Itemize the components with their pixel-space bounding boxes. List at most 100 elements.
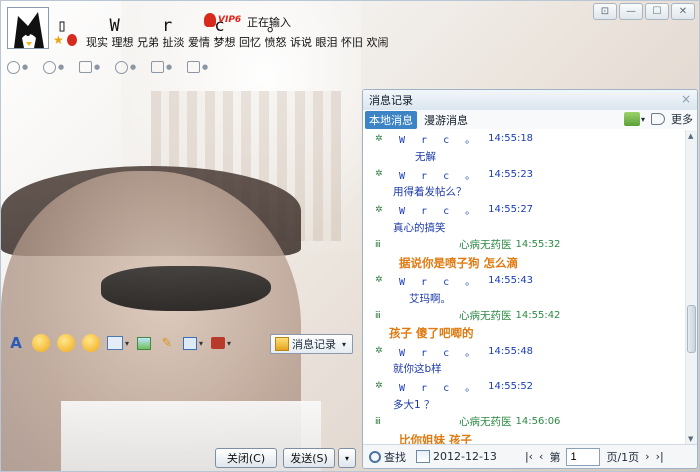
close-window-button[interactable]: ✕ <box>671 3 695 20</box>
sender-self-icon: ✲ <box>375 275 383 286</box>
message-record-button[interactable]: 消息记录 ▾ <box>270 334 353 354</box>
smiley-icon[interactable] <box>32 334 50 352</box>
toolbox-icon[interactable] <box>211 337 225 349</box>
background-photo-shirt <box>61 401 321 471</box>
music-icon[interactable] <box>183 336 197 350</box>
message-sender: 心病无药医 <box>459 416 512 429</box>
calendar-icon <box>416 450 430 463</box>
last-page-icon[interactable]: ›| <box>656 450 664 463</box>
shake-window-icon[interactable] <box>82 334 100 352</box>
page-suffix: 页/1页 <box>606 450 640 464</box>
sender-self-icon: ✲ <box>375 381 383 392</box>
picture-icon[interactable] <box>137 336 151 350</box>
message-row: 比你姐妹 孩子 <box>363 431 685 445</box>
message-row: 真心的搞笑 <box>363 218 685 236</box>
speaker-icon[interactable] <box>651 113 665 125</box>
vip-badge[interactable]: VIP6 <box>204 13 241 27</box>
add-friend-button[interactable]: ● <box>115 58 139 76</box>
tab-local-messages[interactable]: 本地消息 <box>365 110 417 129</box>
dropdown-dot-icon: ● <box>130 63 137 71</box>
next-page-icon[interactable]: › <box>645 450 649 463</box>
sender-other-icon: ⅲ <box>375 310 381 321</box>
history-list[interactable]: ✲ W r c 。 14:55:18 无解 ✲ W r c 。 14:55:23 用得着发帖么… <box>363 130 685 445</box>
skin-button[interactable]: ⊡ <box>593 3 617 20</box>
message-time: 14:56:06 <box>515 416 561 428</box>
window-controls: ⊡ — ☐ ✕ <box>593 3 695 20</box>
message-header-row: ⅲ 心病无药医 14:55:42 <box>363 307 685 325</box>
more-button[interactable]: 更多 <box>671 111 693 127</box>
message-time: 14:55:18 <box>488 133 534 145</box>
font-icon[interactable]: A <box>7 334 25 352</box>
chevron-down-icon: ▾ <box>342 339 347 349</box>
sender-self-icon: ✲ <box>375 204 383 215</box>
mic-icon <box>43 60 56 74</box>
export-icon[interactable] <box>623 112 640 126</box>
voice-call-button[interactable]: ● <box>43 58 67 76</box>
scroll-thumb[interactable] <box>687 305 696 353</box>
screenshot-dropdown-icon[interactable]: ▾ <box>124 334 130 352</box>
message-time: 14:55:48 <box>488 345 534 357</box>
message-text: 就你这b样 <box>393 363 442 376</box>
history-date: 2012-12-13 <box>433 450 497 463</box>
message-header-row: ✲ W r c 。 14:55:43 <box>363 272 685 290</box>
message-row: 用得着发帖么？ <box>363 183 685 201</box>
minimize-button[interactable]: — <box>619 3 643 20</box>
message-header-row: ✲ W r c 。 14:55:48 <box>363 342 685 360</box>
dropdown-dot-icon: ● <box>58 63 65 71</box>
message-header-row: ⅲ 心病无药医 14:55:32 <box>363 236 685 254</box>
tab-roaming-messages[interactable]: 漫游消息 <box>420 111 472 129</box>
sender-other-icon: ⅲ <box>375 416 381 427</box>
date-picker[interactable]: 2012-12-13 <box>416 450 497 463</box>
prev-page-icon[interactable]: ‹ <box>539 450 543 463</box>
scroll-up-icon[interactable]: ▲ <box>688 132 693 140</box>
gift-icon[interactable]: ✎ <box>158 334 176 352</box>
toolbox-dropdown-icon[interactable]: ▾ <box>226 334 232 352</box>
message-text: 艾玛啊。 <box>409 292 451 305</box>
screenshot-icon[interactable] <box>107 336 123 350</box>
page-navigation: |‹ ‹ 第 页/1页 › ›| <box>525 447 664 466</box>
message-record-icon <box>275 337 289 351</box>
file-transfer-button[interactable]: ● <box>79 58 103 76</box>
input-toolbar: A ▾ ✎ ▾ ▾ <box>7 334 232 352</box>
history-header: 消息记录 × <box>363 90 697 110</box>
avatar[interactable] <box>7 7 49 49</box>
history-scrollbar[interactable]: ▲ ▼ <box>685 130 697 445</box>
message-time: 14:55:23 <box>488 168 534 180</box>
transfer-icon <box>79 61 92 73</box>
avatar-cartoon-icon <box>8 8 48 48</box>
music-dropdown-icon[interactable]: ▾ <box>198 334 204 352</box>
message-header-row: ✲ W r c 。 14:55:27 <box>363 201 685 219</box>
page-number-input[interactable] <box>566 447 601 466</box>
add-friend-icon <box>115 60 128 74</box>
video-call-button[interactable]: ● <box>7 58 31 76</box>
dropdown-dot-icon: ● <box>22 63 29 71</box>
message-time: 14:55:42 <box>515 310 561 322</box>
message-row: 据说你是喷子狗 怎么滴 <box>363 254 685 272</box>
close-icon[interactable]: × <box>681 92 691 106</box>
history-title: 消息记录 <box>369 94 413 107</box>
notes-button[interactable]: ● <box>187 58 211 76</box>
message-text: 无解 <box>415 151 436 164</box>
search-button[interactable]: 查找 <box>369 449 406 465</box>
send-button[interactable]: 发送(S) <box>283 448 335 468</box>
chevron-down-icon[interactable]: ▾ <box>641 115 645 124</box>
star-icon[interactable]: ★ <box>53 33 64 47</box>
message-header-row: ⅲ 心病无药医 14:56:06 <box>363 413 685 431</box>
message-sender: W r c 。 <box>399 135 481 147</box>
search-icon <box>369 450 381 463</box>
message-text: 孩子 傻了吧唧的 <box>389 326 474 341</box>
remote-desktop-button[interactable]: ● <box>151 58 175 76</box>
sender-other-icon: ⅲ <box>375 239 381 250</box>
message-record-label: 消息记录 <box>292 338 336 351</box>
message-sender: 心病无药医 <box>459 239 512 252</box>
contact-signature: 现实 理想 兄弟 扯淡 爱情 梦想 回忆 愤怒 诉说 眼泪 怀旧 欢闹 <box>86 36 389 49</box>
send-options-button[interactable]: ▾ <box>338 448 356 468</box>
qq-penguin-icon[interactable] <box>66 34 77 46</box>
magic-face-icon[interactable] <box>57 334 75 352</box>
scroll-down-icon[interactable]: ▼ <box>688 435 693 443</box>
maximize-button[interactable]: ☐ <box>645 3 669 20</box>
message-time: 14:55:27 <box>488 204 534 216</box>
first-page-icon[interactable]: |‹ <box>525 450 533 463</box>
page-prefix: 第 <box>549 450 561 464</box>
close-button[interactable]: 关闭(C) <box>215 448 277 468</box>
